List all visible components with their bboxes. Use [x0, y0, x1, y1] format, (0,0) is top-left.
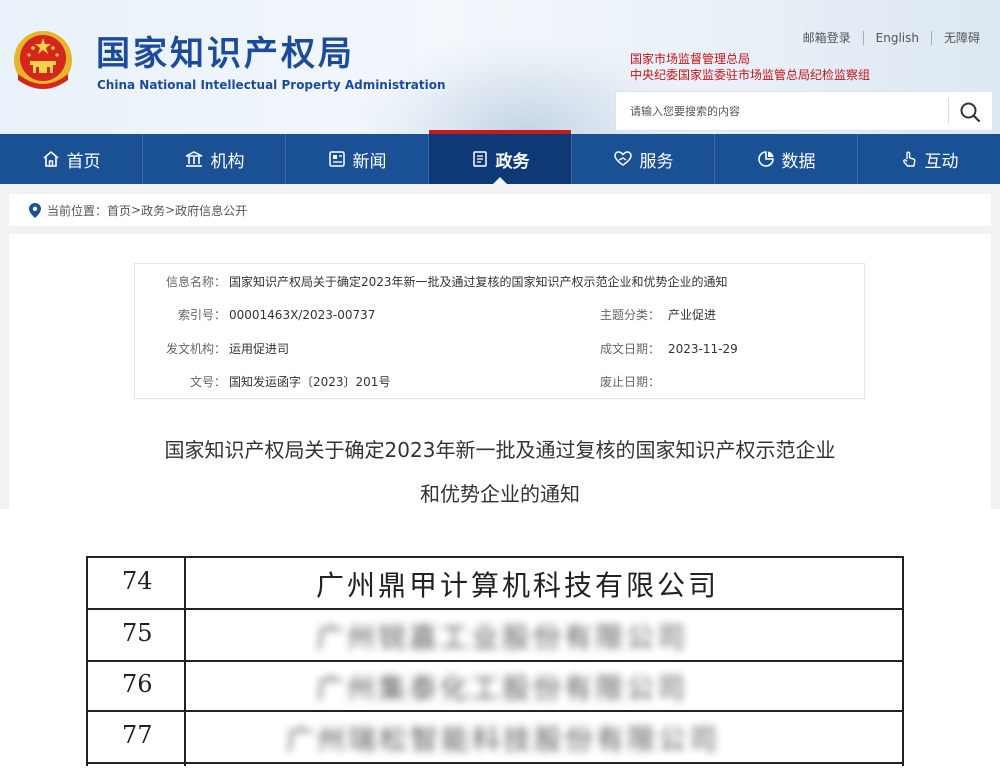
info-index-label: 索引号： [177, 308, 226, 322]
english-link[interactable]: English [862, 31, 931, 45]
breadcrumb-separator: > [165, 203, 176, 217]
top-links: 邮箱登录 English 无障碍 [791, 31, 992, 45]
nav-item-interaction[interactable]: 互动 [857, 134, 1000, 184]
nav-item-government-affairs[interactable]: 政务 [428, 130, 571, 184]
table-row-number: 74 [122, 567, 153, 595]
site-subtitle: China National Intellectual Property Adm… [97, 78, 446, 92]
table-row-company: 广州鼎甲计算机科技有限公司 [316, 569, 720, 602]
nav-label: 服务 [639, 151, 674, 172]
heart-hand-icon [613, 151, 632, 166]
info-name-label: 信息名称： [165, 275, 226, 289]
info-row-name: 信息名称： 国家知识产权局关于确定2023年新一批及通过复核的国家知识产权示范企… [135, 272, 864, 292]
site-header: 国家知识产权局 China National Intellectual Prop… [0, 0, 1000, 134]
breadcrumb-home[interactable]: 首页 [107, 202, 131, 219]
touch-icon [902, 151, 915, 167]
table-row-number: 76 [122, 670, 153, 698]
mail-login-link[interactable]: 邮箱登录 [791, 31, 863, 45]
info-issuer-value: 运用促进司 [229, 342, 290, 356]
national-emblem-icon[interactable] [12, 28, 74, 92]
table-row-company-blurred: 广州集泰化工股份有限公司 [316, 672, 689, 705]
document-title-line1: 国家知识产权局关于确定2023年新一批及通过复核的国家知识产权示范企业 [164, 438, 836, 462]
breadcrumb-government-affairs[interactable]: 政务 [141, 202, 165, 219]
info-row-issuer: 发文机构： 运用促进司 成文日期： 2023-11-29 [135, 339, 864, 359]
table-rule [86, 710, 904, 712]
nav-item-institution[interactable]: 机构 [142, 134, 285, 184]
nav-item-data[interactable]: 数据 [714, 134, 857, 184]
info-row-docno: 文号： 国知发运函字〔2023〕201号 废止日期： [135, 372, 864, 392]
home-icon [42, 150, 59, 167]
info-docno-value: 国知发运函字〔2023〕201号 [229, 375, 391, 389]
table-rule [86, 660, 904, 662]
table-row-number: 77 [122, 721, 153, 749]
table-rule [184, 556, 186, 766]
breadcrumb-info-disclosure[interactable]: 政府信息公开 [175, 202, 247, 219]
search-divider [948, 98, 949, 124]
document-title-line2: 和优势企业的通知 [420, 482, 580, 506]
search-box [615, 91, 993, 131]
main-nav: 首页 机构 新闻 政务 服务 数据 互动 [0, 130, 1000, 184]
document-icon [472, 151, 487, 167]
table-rule [86, 608, 904, 610]
info-date-label: 成文日期： [599, 342, 660, 356]
table-row-number: 75 [122, 619, 153, 647]
breadcrumb-prefix: 当前位置： [47, 203, 108, 218]
news-icon [328, 151, 345, 167]
info-row-index: 索引号： 00001463X/2023-00737 主题分类： 产业促进 [135, 305, 864, 325]
info-topic-value: 产业促进 [668, 308, 717, 322]
breadcrumb-separator: > [131, 203, 142, 217]
info-name-value: 国家知识产权局关于确定2023年新一批及通过复核的国家知识产权示范企业和优势企业… [229, 275, 728, 289]
location-pin-icon [29, 202, 41, 218]
document-info-table: 信息名称： 国家知识产权局关于确定2023年新一批及通过复核的国家知识产权示范企… [134, 263, 865, 399]
table-rule [86, 762, 904, 764]
related-agency-links: 国家市场监督管理总局 中央纪委国家监委驻市场监管总局纪检监察组 [630, 51, 870, 83]
nav-item-home[interactable]: 首页 [0, 134, 142, 184]
search-input[interactable] [616, 92, 946, 130]
accessibility-link[interactable]: 无障碍 [930, 31, 992, 45]
nav-item-service[interactable]: 服务 [571, 134, 714, 184]
table-rule [86, 556, 88, 766]
pie-chart-icon [757, 151, 774, 167]
info-abolish-label: 废止日期： [599, 375, 660, 389]
table-row-company-blurred: 广州锐嘉工业股份有限公司 [316, 621, 689, 654]
table-row-company-blurred: 广州瑞松智能科技股份有限公司 [286, 723, 721, 756]
discipline-inspection-link[interactable]: 中央纪委国家监委驻市场监管总局纪检监察组 [630, 67, 870, 83]
table-rule [902, 556, 904, 766]
nav-label: 政务 [495, 151, 530, 172]
breadcrumb: 当前位置： 首页 > 政务 > 政府信息公开 [9, 194, 991, 226]
nav-label: 首页 [66, 151, 101, 172]
nav-item-news[interactable]: 新闻 [285, 134, 428, 184]
nav-label: 互动 [924, 151, 959, 172]
info-index-value: 00001463X/2023-00737 [229, 308, 376, 322]
table-rule [86, 556, 904, 558]
info-date-value: 2023-11-29 [668, 342, 738, 356]
institution-icon [185, 151, 202, 167]
info-docno-label: 文号： [189, 375, 226, 389]
nav-label: 机构 [210, 151, 245, 172]
nav-label: 新闻 [352, 151, 387, 172]
search-icon[interactable] [958, 100, 982, 124]
nav-label: 数据 [781, 151, 816, 172]
scanned-company-table: 74 广州鼎甲计算机科技有限公司 75 广州锐嘉工业股份有限公司 76 广州集泰… [86, 556, 904, 766]
samr-link[interactable]: 国家市场监督管理总局 [630, 51, 870, 67]
site-title[interactable]: 国家知识产权局 [96, 34, 355, 74]
info-topic-label: 主题分类： [599, 308, 660, 322]
info-issuer-label: 发文机构： [165, 342, 226, 356]
